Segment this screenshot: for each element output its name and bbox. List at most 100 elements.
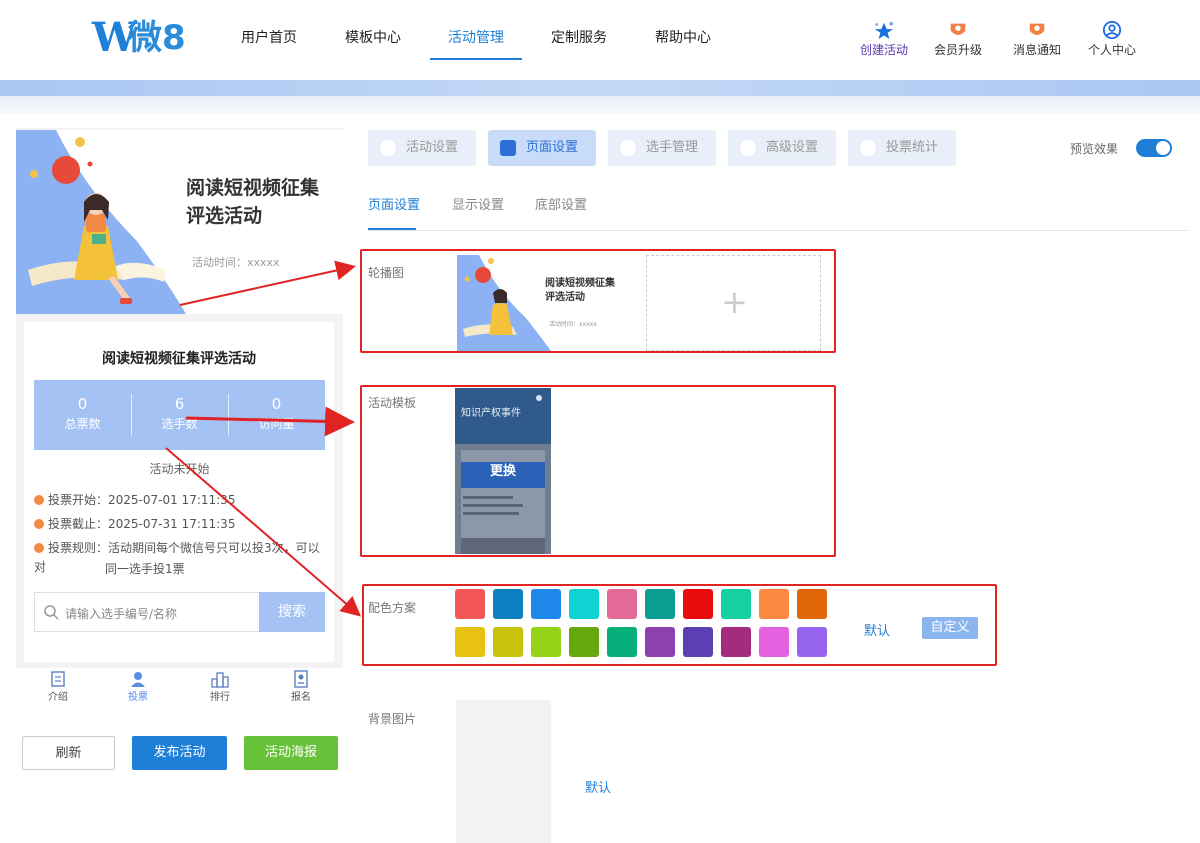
template-thumb-title: 知识产权事件 [461,408,521,419]
template-change-button[interactable]: 更换 [455,460,551,479]
tab-signup-label: 报名 [291,692,311,703]
stat-total-votes: 0 总票数 [34,394,131,434]
search-input[interactable]: 请输入选手编号/名称 [65,605,177,622]
color-swatch[interactable] [455,627,485,657]
color-custom-button[interactable]: 自定义 [922,617,978,639]
subtab-footer[interactable]: 底部设置 [535,194,587,213]
refresh-button[interactable]: 刷新 [22,736,115,770]
color-swatch[interactable] [531,589,561,619]
member-upgrade-button[interactable]: 会员升级 [923,20,993,60]
user-circle-icon [1102,20,1122,40]
nav-item-home[interactable]: 用户首页 [241,28,297,48]
activity-title: 阅读短视频征集评选活动 [102,351,256,367]
nav-active-underline [430,58,522,60]
publish-button[interactable]: 发布活动 [132,736,227,770]
background-image-slot[interactable] [456,700,551,843]
background-default-button[interactable]: 默认 [585,777,611,796]
percent-icon [740,140,756,156]
color-swatch[interactable] [683,627,713,657]
tab-label: 投票统计 [886,140,939,155]
nav-item-custom[interactable]: 定制服务 [551,28,607,48]
color-swatch[interactable] [607,589,637,619]
stat-label: 总票数 [64,417,101,431]
brand-logo[interactable]: W 微8 [92,18,192,58]
color-swatch[interactable] [683,589,713,619]
banner-time: 活动时间：xxxxx [192,256,280,269]
template-thumbnail[interactable]: 知识产权事件 更换 [455,388,551,554]
banner-title: 阅读短视频征集 评选活动 [186,174,319,230]
stat-value: 6 [174,395,185,413]
stat-label: 访问量 [258,417,295,431]
subtab-active-underline [368,228,416,230]
bell-badge-icon [1029,23,1045,35]
color-swatch[interactable] [797,589,827,619]
vote-end-text: 投票截止：2025-07-31 17:11:35 [48,517,236,531]
profile-button[interactable]: 个人中心 [1077,20,1147,60]
color-swatch[interactable] [493,589,523,619]
color-swatch[interactable] [607,627,637,657]
heart-icon [380,140,396,156]
subtab-display[interactable]: 显示设置 [452,194,504,213]
user-icon [620,140,636,156]
carousel-add-button[interactable]: + [646,255,821,351]
create-activity-button[interactable]: 创建活动 [849,20,919,60]
grid-icon [500,140,516,156]
message-notify-button[interactable]: 消息通知 [1002,20,1072,60]
nav-item-help[interactable]: 帮助中心 [655,28,711,48]
tab-intro[interactable]: 介绍 [28,670,88,703]
tab-rank[interactable]: 排行 [190,670,250,703]
stars-icon [874,21,894,40]
template-highlight [360,385,836,557]
preview-label: 预览效果 [1070,142,1119,156]
subtab-divider [368,230,1188,231]
rank-icon [211,672,229,688]
tab-vote[interactable]: 投票 [108,670,168,703]
tab-signup[interactable]: 报名 [271,670,331,703]
preview-toggle[interactable] [1136,139,1172,157]
tab-activity-settings[interactable]: 活动设置 [368,130,476,166]
profile-label: 个人中心 [1087,43,1136,57]
member-upgrade-label: 会员升级 [933,43,982,57]
tab-page-settings[interactable]: 页面设置 [488,130,596,166]
banner-title-line1: 阅读短视频征集 [186,177,320,199]
color-swatch-grid [455,589,835,659]
tab-intro-label: 介绍 [48,692,68,703]
activity-status: 活动未开始 [149,462,210,476]
nav-item-templates[interactable]: 模板中心 [345,28,401,48]
tab-vote-label: 投票 [128,692,148,703]
signup-icon [294,670,308,688]
color-swatch[interactable] [569,627,599,657]
color-swatch[interactable] [797,627,827,657]
plus-icon: + [721,283,748,321]
poster-button[interactable]: 活动海报 [244,736,338,770]
nav-item-activity[interactable]: 活动管理 [448,28,504,48]
color-swatch[interactable] [721,589,751,619]
color-swatch[interactable] [645,589,675,619]
subtab-page[interactable]: 页面设置 [368,194,420,213]
color-default-button[interactable]: 默认 [864,620,890,639]
color-swatch[interactable] [569,589,599,619]
create-activity-label: 创建活动 [859,43,908,57]
carousel-thumb-title1: 阅读短视频征集 [545,278,615,289]
tab-label: 高级设置 [766,140,819,155]
color-swatch[interactable] [455,589,485,619]
preview-banner: 阅读短视频征集 评选活动 活动时间：xxxxx [16,130,343,314]
carousel-thumbnail[interactable]: 阅读短视频征集 评选活动 活动时间：xxxxx [457,255,629,351]
tab-label: 页面设置 [526,140,579,155]
color-swatch[interactable] [645,627,675,657]
color-swatch[interactable] [493,627,523,657]
vote-end-row: 投票截止：2025-07-31 17:11:35 [34,515,235,534]
tab-candidate-manage[interactable]: 选手管理 [608,130,716,166]
crown-badge-icon [950,23,966,35]
color-swatch[interactable] [759,589,789,619]
color-swatch[interactable] [721,627,751,657]
color-swatch[interactable] [531,627,561,657]
color-swatch[interactable] [759,627,789,657]
carousel-thumb-title: 阅读短视频征集 评选活动 [545,277,615,305]
logo-text: 微8 [128,18,186,58]
carousel-thumb-time: 活动时间：xxxxx [549,321,597,328]
info-dot-icon [34,543,44,553]
search-button[interactable]: 搜索 [259,592,325,632]
tab-advanced-settings[interactable]: 高级设置 [728,130,836,166]
tab-vote-stats[interactable]: 投票统计 [848,130,956,166]
